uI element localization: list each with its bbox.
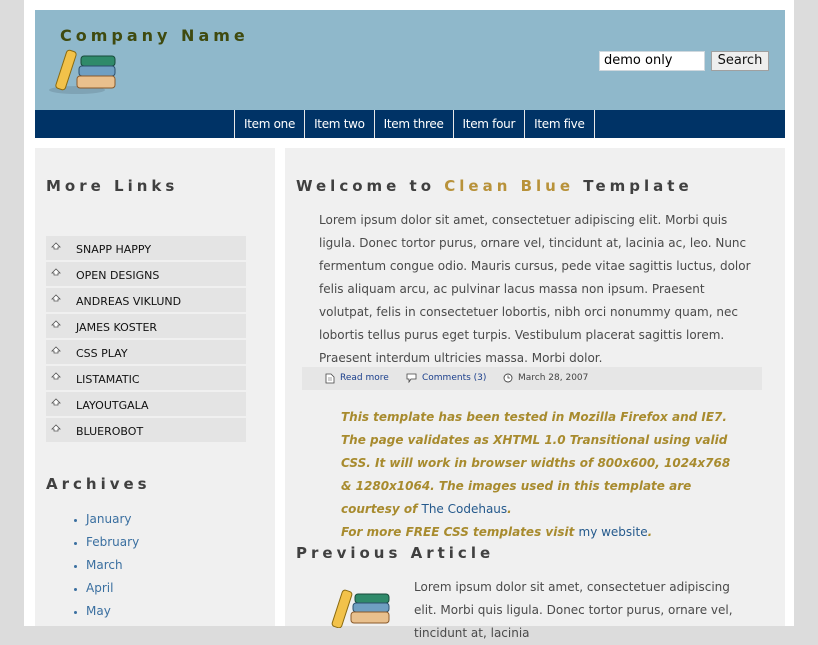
sidebar-link-snapp-happy[interactable]: SNAPP HAPPY (46, 236, 246, 260)
company-name: Company Name (60, 26, 249, 45)
document-icon (325, 373, 335, 384)
comment-icon (406, 373, 417, 383)
title-prefix: Welcome to (296, 177, 445, 195)
sidebar-link-label: LISTAMATIC (76, 373, 140, 386)
note-text-2-end: . (647, 525, 653, 539)
arrow-up-icon (51, 320, 61, 328)
arrow-up-icon (51, 398, 61, 406)
note-text-end: . (507, 502, 512, 516)
more-links-title: More Links (46, 177, 179, 195)
sidebar-link-label: LAYOUTGALA (76, 399, 149, 412)
books-thumbnail-icon (331, 589, 390, 628)
page: Company Name demo only Search Item one I… (24, 0, 794, 640)
archive-link-may[interactable]: May (86, 600, 139, 623)
previous-article-title: Previous Article (296, 544, 495, 562)
archives-list: January February March April May (86, 508, 139, 623)
sidebar-link-open-designs[interactable]: OPEN DESIGNS (46, 262, 246, 286)
title-suffix: Template (574, 177, 693, 195)
sidebar-link-james-koster[interactable]: JAMES KOSTER (46, 314, 246, 338)
sidebar-link-andreas-viklund[interactable]: ANDREAS VIKLUND (46, 288, 246, 312)
archive-link-february[interactable]: February (86, 531, 139, 554)
more-links-list: SNAPP HAPPY OPEN DESIGNS ANDREAS VIKLUND… (46, 236, 246, 444)
page-title: Welcome to Clean Blue Template (296, 177, 693, 195)
arrow-up-icon (51, 242, 61, 250)
comments-link[interactable]: Comments (3) (422, 373, 486, 383)
note-text: This template has been tested in Mozilla… (341, 410, 731, 516)
nav-item-two[interactable]: Item two (304, 110, 374, 138)
main-content: Welcome to Clean Blue Template Lorem ips… (285, 148, 785, 640)
sidebar-link-label: JAMES KOSTER (76, 321, 158, 334)
nav-item-five[interactable]: Item five (524, 110, 595, 138)
sidebar-link-label: CSS PLAY (76, 347, 128, 360)
archives-title: Archives (46, 475, 151, 493)
note-text-2: For more FREE CSS templates visit (341, 525, 579, 539)
post-meta-bar: Read more Comments (3) March 28, 2007 (302, 367, 762, 390)
sidebar-link-layoutgala[interactable]: LAYOUTGALA (46, 392, 246, 416)
arrow-up-icon (51, 268, 61, 276)
read-more-link[interactable]: Read more (340, 373, 389, 383)
sidebar-link-css-play[interactable]: CSS PLAY (46, 340, 246, 364)
books-logo-icon (49, 49, 116, 94)
header: Company Name demo only Search (35, 10, 785, 110)
archive-link-january[interactable]: January (86, 508, 139, 531)
sidebar-link-label: ANDREAS VIKLUND (76, 295, 182, 308)
search-button[interactable]: Search (711, 51, 769, 71)
sidebar-link-listamatic[interactable]: LISTAMATIC (46, 366, 246, 390)
nav-item-four[interactable]: Item four (452, 110, 525, 138)
clock-icon (503, 373, 513, 383)
arrow-up-icon (51, 346, 61, 354)
archive-link-march[interactable]: March (86, 554, 139, 577)
archive-link-april[interactable]: April (86, 577, 139, 600)
arrow-up-icon (51, 372, 61, 380)
nav-item-one[interactable]: Item one (234, 110, 304, 138)
sidebar-link-label: BLUEROBOT (76, 425, 144, 438)
main-nav: Item one Item two Item three Item four I… (35, 110, 785, 138)
my-website-link[interactable]: my website (579, 525, 648, 539)
sidebar-link-label: SNAPP HAPPY (76, 243, 152, 256)
sidebar-link-bluerobot[interactable]: BLUEROBOT (46, 418, 246, 442)
intro-paragraph: Lorem ipsum dolor sit amet, consectetuer… (319, 213, 751, 365)
search-input[interactable]: demo only (599, 51, 705, 71)
title-highlight: Clean Blue (444, 177, 575, 195)
previous-article-paragraph: Lorem ipsum dolor sit amet, consectetuer… (414, 580, 733, 640)
arrow-up-icon (51, 424, 61, 432)
codehaus-link[interactable]: The Codehaus (421, 502, 507, 516)
post-date: March 28, 2007 (518, 373, 589, 383)
sidebar-link-label: OPEN DESIGNS (76, 269, 160, 282)
arrow-up-icon (51, 294, 61, 302)
template-note: This template has been tested in Mozilla… (341, 406, 741, 544)
nav-item-three[interactable]: Item three (373, 110, 453, 138)
sidebar: More Links SNAPP HAPPY OPEN DESIGNS ANDR… (35, 148, 275, 626)
